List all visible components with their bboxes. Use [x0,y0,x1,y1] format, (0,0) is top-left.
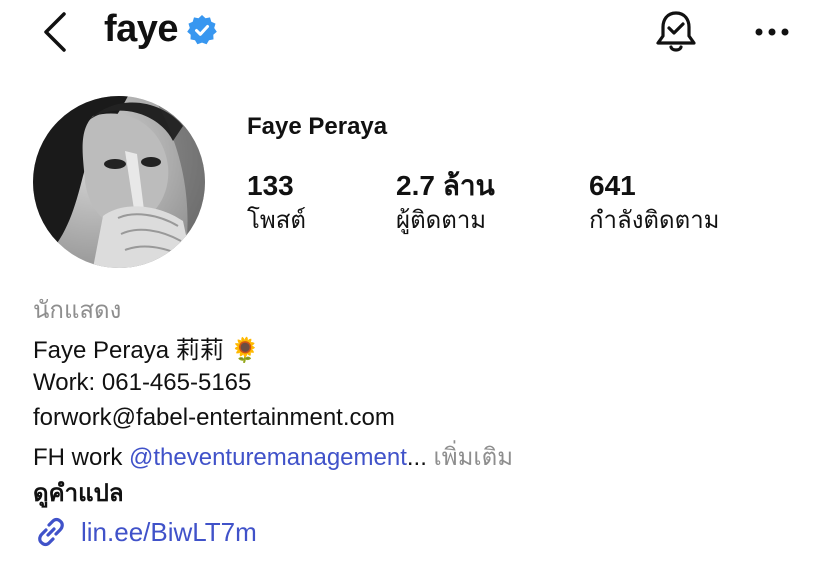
link-text: lin.ee/BiwLT7m [81,516,257,547]
posts-count: 133 [247,170,294,201]
followers-label: ผู้ติดตาม [396,207,487,234]
notifications-bell-button[interactable] [652,8,700,56]
back-button[interactable] [36,10,76,54]
stat-followers[interactable]: 2.7 ล้าน ผู้ติดตาม [396,168,495,238]
followers-count: 2.7 ล้าน [396,170,495,201]
following-label: กำลังติดตาม [589,207,720,234]
mention-link[interactable]: @theventuremanagement [129,444,407,471]
stat-posts[interactable]: 133 โพสต์ [247,168,306,238]
posts-label: โพสต์ [247,207,306,234]
chevron-left-icon [44,12,66,52]
profile-avatar[interactable] [33,96,205,268]
profile-username-header: faye [104,8,218,51]
see-translation-button[interactable]: ดูคำแปล [33,479,124,509]
bio-line-fh-work: FH work @theventuremanagement... เพิ่มเต… [33,443,513,473]
profile-external-link[interactable]: lin.ee/BiwLT7m [33,514,257,550]
bio-more-button[interactable]: เพิ่มเติม [427,444,513,471]
profile-category: นักแสดง [33,297,122,324]
bio-fh-prefix: FH work [33,444,129,471]
more-dots-icon [755,28,789,36]
bio-line-name: Faye Peraya 莉莉 🌻 [33,337,261,364]
username-text: faye [104,8,179,50]
more-options-button[interactable] [752,14,792,50]
avatar-photo [33,96,205,268]
stat-following[interactable]: 641 กำลังติดตาม [589,168,720,238]
bio-line-email: forwork@fabel-entertainment.com [33,404,395,431]
bell-check-icon [656,11,696,52]
bio-line-work-phone: Work: 061-465-5165 [33,369,252,396]
profile-full-name: Faye Peraya [247,113,388,140]
verified-badge-icon [187,14,217,44]
bio-ellipsis: ... [406,444,427,471]
link-icon [38,517,64,547]
following-count: 641 [589,170,636,201]
